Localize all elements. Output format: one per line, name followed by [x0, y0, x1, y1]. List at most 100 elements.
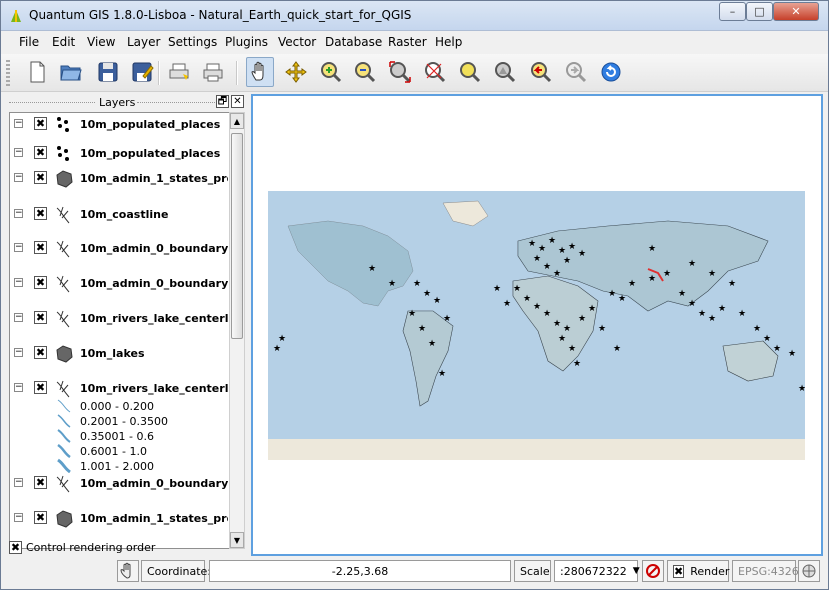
- zoom-out-icon[interactable]: [351, 57, 379, 87]
- menu-view[interactable]: View: [87, 35, 115, 49]
- toggle-extents-icon[interactable]: [117, 560, 139, 582]
- close-panel-button[interactable]: ✕: [231, 95, 244, 108]
- menu-file[interactable]: File: [19, 35, 39, 49]
- menu-raster[interactable]: Raster: [388, 35, 427, 49]
- collapse-toggle-icon[interactable]: −: [14, 513, 23, 522]
- layer-name: 10m_admin_1_states_pro...: [80, 512, 228, 525]
- collapse-toggle-icon[interactable]: −: [14, 173, 23, 182]
- zoom-native-icon[interactable]: [491, 57, 519, 87]
- layer-row[interactable]: − ✖ 10m_rivers_lake_centerlin...: [10, 379, 230, 399]
- scale-combobox[interactable]: :280672322 ▼: [554, 560, 640, 582]
- save-project-icon[interactable]: [94, 57, 122, 87]
- legend-line-swatch-icon: [57, 429, 71, 443]
- stop-rendering-icon[interactable]: [642, 560, 664, 582]
- control-rendering-order[interactable]: ✖ Control rendering order: [9, 541, 249, 557]
- scrollbar-thumb[interactable]: [231, 133, 243, 339]
- collapse-toggle-icon[interactable]: −: [14, 209, 23, 218]
- zoom-to-layer-icon[interactable]: [421, 57, 449, 87]
- layer-visibility-checkbox[interactable]: ✖: [34, 207, 47, 220]
- svg-text:★: ★: [608, 289, 616, 299]
- layer-row[interactable]: − ✖ 10m_admin_0_boundary_...: [10, 274, 230, 294]
- refresh-icon[interactable]: [597, 57, 625, 87]
- menu-help[interactable]: Help: [435, 35, 462, 49]
- menu-layer[interactable]: Layer: [127, 35, 160, 49]
- layer-visibility-checkbox[interactable]: ✖: [34, 346, 47, 359]
- layer-row[interactable]: − ✖ 10m_coastline: [10, 205, 230, 225]
- layer-visibility-checkbox[interactable]: ✖: [34, 146, 47, 159]
- zoom-full-icon[interactable]: [386, 57, 414, 87]
- collapse-toggle-icon[interactable]: −: [14, 119, 23, 128]
- layer-row[interactable]: − ✖ 10m_admin_0_boundary_...: [10, 239, 230, 259]
- close-button[interactable]: ✕: [773, 2, 819, 21]
- layer-row[interactable]: − ✖ 10m_populated_places: [10, 115, 230, 135]
- svg-text:★: ★: [598, 324, 606, 334]
- projection-icon[interactable]: [798, 560, 820, 582]
- layer-visibility-checkbox[interactable]: ✖: [34, 117, 47, 130]
- line-layer-icon: [56, 275, 70, 293]
- render-toggle[interactable]: ✖ Render: [667, 560, 729, 582]
- layer-visibility-checkbox[interactable]: ✖: [34, 276, 47, 289]
- zoom-in-icon[interactable]: [317, 57, 345, 87]
- layer-visibility-checkbox[interactable]: ✖: [34, 511, 47, 524]
- legend-line-swatch-icon: [57, 458, 71, 473]
- world-map[interactable]: ★ ★★★ ★★★★★★★★★★★ ★★★★★★★ ★★ ★ ★★★★ ★★ ★★★★ ★★★★★…: [268, 191, 805, 460]
- svg-text:★: ★: [688, 259, 696, 269]
- layer-tree-scrollbar[interactable]: ▲ ▼: [229, 112, 245, 549]
- layer-row[interactable]: − ✖ 10m_admin_0_boundary_...: [10, 474, 230, 494]
- layer-row[interactable]: − ✖ 10m_rivers_lake_centerlines: [10, 309, 230, 329]
- layer-row[interactable]: − ✖ 10m_populated_places: [10, 144, 230, 164]
- print-composer-icon[interactable]: [165, 57, 193, 87]
- layer-visibility-checkbox[interactable]: ✖: [34, 171, 47, 184]
- layer-row[interactable]: − ✖ 10m_admin_1_states_pro...: [10, 509, 230, 529]
- layer-tree[interactable]: − ✖ 10m_populated_places − ✖ 10m_populated_pl…: [9, 112, 231, 549]
- menu-database[interactable]: Database: [325, 35, 382, 49]
- title-bar: Quantum GIS 1.8.0-Lisboa - Natural_Earth…: [1, 1, 828, 31]
- zoom-to-selection-icon[interactable]: [456, 57, 484, 87]
- pan-hand-icon[interactable]: [246, 57, 274, 87]
- minimize-button[interactable]: –: [719, 2, 746, 21]
- map-canvas[interactable]: ★ ★ ★ ★ ★ ★ ★ ★ ★ ★ ★ ★ ★ ★ ★ ★ ★ ★ ★ ★ ★ ★ ★ ★ ★ ★ ★ ★ ★ ★ ★ ★ ★ ★ ★ ★ ★ ★ ★ ★…: [251, 94, 823, 556]
- pan-to-selection-icon[interactable]: [282, 57, 310, 87]
- layer-visibility-checkbox[interactable]: ✖: [34, 381, 47, 394]
- maximize-button[interactable]: □: [746, 2, 773, 21]
- toolbar-separator: [236, 61, 238, 85]
- svg-text:★: ★: [433, 296, 441, 306]
- svg-text:★: ★: [628, 279, 636, 289]
- collapse-toggle-icon[interactable]: −: [14, 348, 23, 357]
- layer-name: 10m_rivers_lake_centerlines: [80, 312, 228, 325]
- svg-text:★: ★: [513, 284, 521, 294]
- collapse-toggle-icon[interactable]: −: [14, 313, 23, 322]
- float-panel-button[interactable]: 🗗: [216, 95, 229, 108]
- menu-edit[interactable]: Edit: [52, 35, 75, 49]
- new-project-icon[interactable]: [23, 57, 51, 87]
- layer-visibility-checkbox[interactable]: ✖: [34, 241, 47, 254]
- collapse-toggle-icon[interactable]: −: [14, 383, 23, 392]
- svg-text:★: ★: [553, 319, 561, 329]
- chevron-down-icon[interactable]: ▼: [633, 566, 640, 576]
- layer-visibility-checkbox[interactable]: ✖: [34, 476, 47, 489]
- render-label: Render: [690, 564, 730, 578]
- zoom-next-icon[interactable]: [562, 57, 590, 87]
- menu-vector[interactable]: Vector: [278, 35, 316, 49]
- print-icon[interactable]: [199, 57, 227, 87]
- control-rendering-checkbox[interactable]: ✖: [9, 541, 22, 554]
- coordinate-field[interactable]: -2.25,3.68: [209, 560, 511, 582]
- layer-row[interactable]: − ✖ 10m_lakes: [10, 344, 230, 364]
- collapse-toggle-icon[interactable]: −: [14, 278, 23, 287]
- layer-visibility-checkbox[interactable]: ✖: [34, 311, 47, 324]
- collapse-toggle-icon[interactable]: −: [14, 243, 23, 252]
- crs-status[interactable]: EPSG:4326: [732, 560, 799, 582]
- scale-value: :280672322: [560, 564, 627, 578]
- open-project-icon[interactable]: [57, 57, 85, 87]
- save-as-icon[interactable]: [128, 57, 156, 87]
- polygon-layer-icon: [56, 510, 73, 528]
- menu-settings[interactable]: Settings: [168, 35, 217, 49]
- scroll-up-arrow-icon[interactable]: ▲: [230, 113, 244, 129]
- render-checkbox[interactable]: ✖: [673, 564, 685, 578]
- zoom-last-icon[interactable]: [527, 57, 555, 87]
- layer-row[interactable]: − ✖ 10m_admin_1_states_pro...: [10, 169, 230, 189]
- collapse-toggle-icon[interactable]: −: [14, 478, 23, 487]
- menu-plugins[interactable]: Plugins: [225, 35, 268, 49]
- toolbar-grip[interactable]: [6, 60, 10, 86]
- collapse-toggle-icon[interactable]: −: [14, 148, 23, 157]
